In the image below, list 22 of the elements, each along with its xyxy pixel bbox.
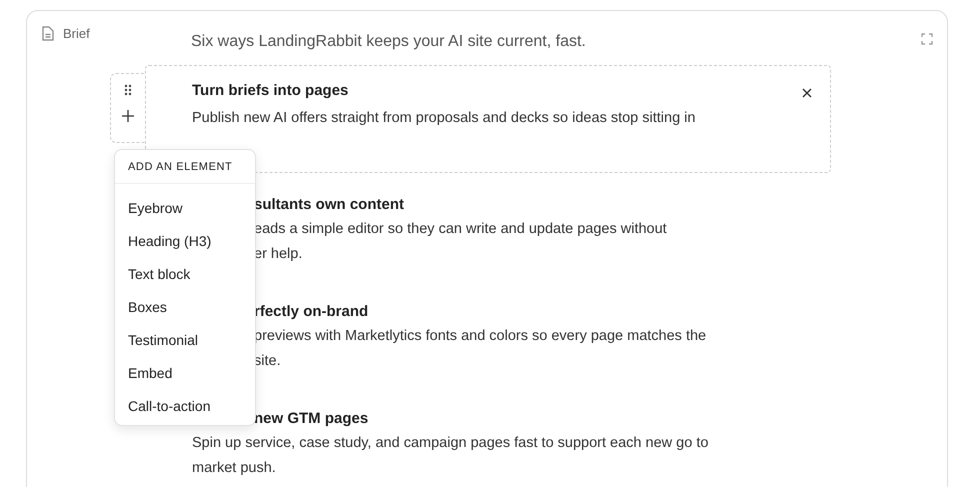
close-button[interactable] (800, 86, 814, 100)
section-heading: sultants own content (254, 195, 404, 215)
expand-icon[interactable] (921, 33, 933, 45)
document-icon (42, 26, 54, 40)
block-heading: Turn briefs into pages (192, 81, 350, 101)
menu-item[interactable]: Embed (115, 357, 255, 390)
menu-item[interactable]: Text block (115, 258, 255, 291)
section-text: market push. (192, 459, 276, 478)
menu-item[interactable]: Testimonial (115, 324, 255, 357)
panel-label: Brief (63, 26, 90, 40)
menu-title: ADD AN ELEMENT (115, 150, 255, 184)
plus-icon[interactable] (122, 110, 134, 122)
menu-item[interactable]: Eyebrow (115, 192, 255, 225)
section-heading: rfectly on-brand (254, 302, 368, 322)
section-text: Spin up service, case study, and campaign pages fast to support each new go to (192, 434, 708, 453)
menu-item[interactable]: Boxes (115, 291, 255, 324)
menu-item[interactable]: Call-to-action (115, 390, 255, 423)
section-heading: new GTM pages (254, 409, 368, 429)
subtitle: Six ways LandingRabbit keeps your AI site current, fast. (191, 33, 587, 51)
block-text: Publish new AI offers straight from proposals and decks so ideas stop sitting in (192, 109, 696, 128)
menu-item[interactable]: Heading (H3) (115, 225, 255, 258)
drag-handle-icon[interactable] (124, 84, 132, 96)
